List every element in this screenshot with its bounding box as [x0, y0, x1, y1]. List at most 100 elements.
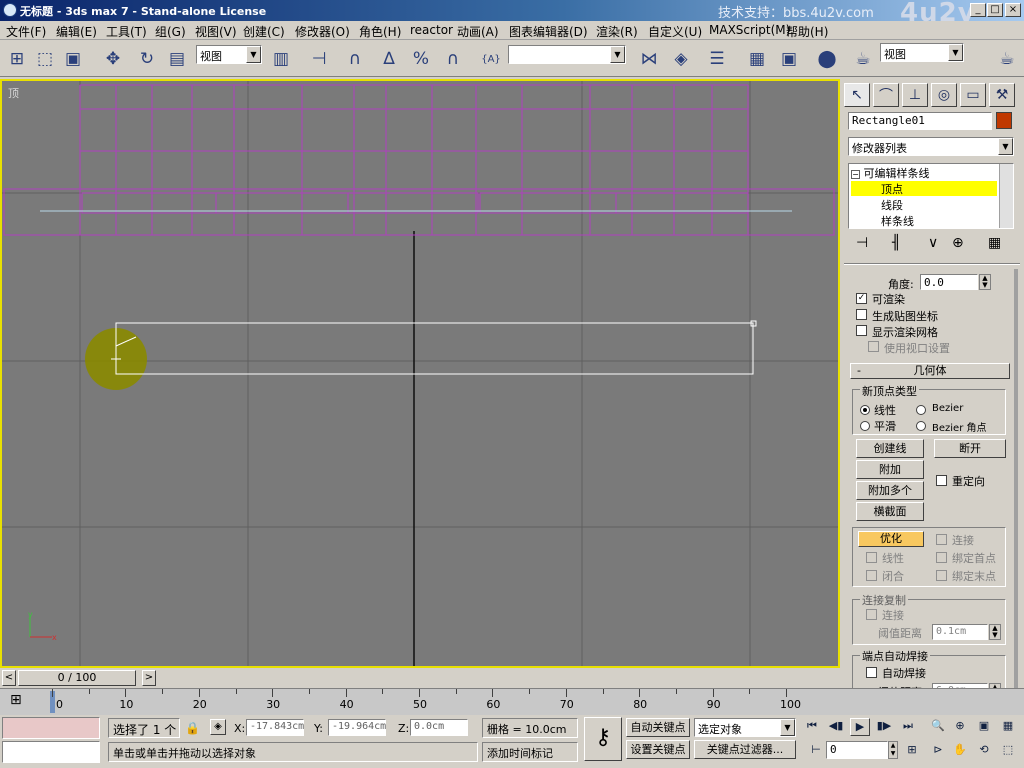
zoom-extents-icon[interactable]: ▣ — [974, 718, 994, 736]
bind-first-checkbox[interactable] — [936, 552, 947, 563]
stack-item-spline[interactable]: 样条线 — [851, 213, 997, 228]
render-view-combo[interactable]: 视图 ▼ — [880, 43, 964, 62]
menu-reactor[interactable]: reactor — [410, 23, 453, 37]
named-selection-combo[interactable]: ▼ — [508, 45, 626, 64]
material-editor-icon[interactable]: ⬤ — [814, 46, 840, 72]
percent-snap-icon[interactable]: % — [408, 46, 434, 72]
field-of-view-icon[interactable]: ⊳ — [928, 742, 948, 760]
connect-copy-checkbox[interactable] — [866, 609, 877, 620]
time-prev-button[interactable]: < — [2, 670, 16, 686]
track-bar[interactable]: ⊞ 0 10 20 30 40 50 60 70 80 90 100 — [0, 688, 1024, 715]
zoom-extents-all-icon[interactable]: ▦ — [998, 718, 1018, 736]
menu-character[interactable]: 角色(H) — [359, 23, 401, 40]
close-button[interactable]: × — [1005, 3, 1021, 17]
viewport-top[interactable]: 顶 y x — [0, 79, 840, 668]
select-icon[interactable]: ⬚ — [32, 46, 58, 72]
use-viewport-checkbox[interactable] — [868, 341, 879, 352]
menu-modifiers[interactable]: 修改器(O) — [295, 23, 350, 40]
utilities-icon[interactable]: ⚒ — [989, 83, 1015, 107]
remove-modifier-icon[interactable]: ⊕ — [952, 235, 964, 251]
attach-button[interactable]: 附加 — [856, 460, 924, 479]
auto-weld-checkbox[interactable] — [866, 667, 877, 678]
menu-maxscript[interactable]: MAXScript(M) — [709, 23, 790, 37]
render-scene-icon[interactable]: ☕ — [850, 46, 876, 72]
refine-button[interactable]: 优化 — [858, 531, 924, 547]
smooth-radio[interactable] — [860, 421, 870, 431]
lock-icon[interactable]: 🔒 — [185, 721, 200, 735]
reference-coord-combo[interactable]: 视图 ▼ — [196, 45, 262, 64]
schematic-icon[interactable]: ▣ — [776, 46, 802, 72]
absolute-mode-icon[interactable]: ◈ — [210, 719, 226, 735]
y-coordinate[interactable]: -19.964cm — [328, 719, 386, 736]
object-color-swatch[interactable] — [996, 112, 1012, 129]
group-icon[interactable]: ▤ — [164, 46, 190, 72]
mirror-icon[interactable]: ⊣ — [306, 46, 332, 72]
make-unique-icon[interactable]: ∨ — [928, 235, 938, 251]
add-time-tag[interactable]: 添加时间标记 — [482, 742, 578, 762]
hierarchy-icon[interactable]: ⊥ — [902, 83, 928, 107]
spinner-snap-icon[interactable]: ∩ — [440, 46, 466, 72]
minimize-button[interactable]: _ — [970, 3, 986, 17]
goto-start-icon[interactable]: ⏮ — [802, 718, 822, 736]
threshold-input-1[interactable]: 0.1cm — [932, 624, 988, 640]
move-icon[interactable]: ✥ — [100, 46, 126, 72]
snap-icon[interactable]: ∩ — [342, 46, 368, 72]
maximize-viewport-icon[interactable]: ⬚ — [998, 742, 1018, 760]
stack-root-item[interactable]: − 可编辑样条线 — [851, 165, 997, 180]
mirror-tool-icon[interactable]: ⋈ — [636, 46, 662, 72]
current-frame-input[interactable]: 0 — [826, 741, 888, 759]
menu-file[interactable]: 文件(F) — [6, 23, 46, 40]
display-mesh-checkbox[interactable] — [856, 325, 867, 336]
connect-checkbox[interactable] — [936, 534, 947, 545]
pin-stack-icon[interactable]: ⊣ — [856, 235, 868, 251]
time-slider-thumb[interactable]: 0 / 100 — [18, 670, 136, 686]
renderable-checkbox[interactable]: ✓ — [856, 293, 867, 304]
gen-mapping-checkbox[interactable] — [856, 309, 867, 320]
create-icon[interactable]: ↖ — [844, 83, 870, 107]
angle-snap-icon[interactable]: ∆ — [376, 46, 402, 72]
menu-group[interactable]: 组(G) — [155, 23, 186, 40]
menu-animation[interactable]: 动画(A) — [457, 23, 499, 40]
bezier-radio[interactable] — [916, 405, 926, 415]
menu-customize[interactable]: 自定义(U) — [648, 23, 702, 40]
maxscript-listener-top[interactable] — [2, 717, 100, 739]
rotate-icon[interactable]: ↻ — [134, 46, 160, 72]
key-filters-button[interactable]: 关键点过滤器... — [694, 740, 796, 759]
panel-scrollbar[interactable] — [1014, 269, 1018, 699]
curve-editor-icon[interactable]: ▦ — [744, 46, 770, 72]
modify-icon[interactable]: ⌒ — [873, 83, 899, 107]
play-icon[interactable]: ▶ — [850, 718, 870, 736]
auto-key-button[interactable]: 自动关键点 — [626, 718, 690, 737]
time-next-button[interactable]: > — [142, 670, 156, 686]
object-name-field[interactable]: Rectangle01 — [848, 112, 992, 130]
key-icon[interactable]: ⚷ — [584, 717, 622, 761]
bezier-corner-radio[interactable] — [916, 421, 926, 431]
z-coordinate[interactable]: 0.0cm — [410, 719, 468, 736]
menu-create[interactable]: 创建(C) — [243, 23, 285, 40]
linear-checkbox[interactable] — [866, 552, 877, 563]
modifier-list-combo[interactable]: 修改器列表 ▼ — [848, 137, 1014, 156]
quick-render-icon[interactable]: ☕ — [994, 46, 1020, 72]
show-end-result-icon[interactable]: ╢ — [892, 235, 900, 251]
bind-last-checkbox[interactable] — [936, 570, 947, 581]
attach-multiple-button[interactable]: 附加多个 — [856, 481, 924, 500]
set-key-button[interactable]: 设置关键点 — [626, 740, 690, 759]
menu-graph-editors[interactable]: 图表编辑器(D) — [509, 23, 588, 40]
key-mode-icon[interactable]: ⊢ — [806, 742, 826, 760]
pivot-icon[interactable]: ▥ — [268, 46, 294, 72]
angle-input[interactable]: 0.0 — [920, 274, 978, 290]
prev-frame-icon[interactable]: ◀▮ — [826, 718, 846, 736]
zoom-all-icon[interactable]: ⊕ — [950, 718, 970, 736]
next-frame-icon[interactable]: ▮▶ — [874, 718, 894, 736]
arc-rotate-icon[interactable]: ⟲ — [974, 742, 994, 760]
geometry-rollout-header[interactable]: - 几何体 — [850, 363, 1010, 379]
frame-spinner[interactable]: ▲ ▼ — [888, 741, 898, 759]
break-button[interactable]: 断开 — [934, 439, 1006, 458]
motion-icon[interactable]: ◎ — [931, 83, 957, 107]
threshold-spinner-1[interactable]: ▲ ▼ — [989, 624, 1001, 640]
stack-item-segment[interactable]: 线段 — [851, 197, 997, 212]
stack-item-vertex[interactable]: 顶点 — [851, 181, 997, 196]
select-region-icon[interactable]: ▣ — [60, 46, 86, 72]
cross-section-button[interactable]: 横截面 — [856, 502, 924, 521]
collapse-icon[interactable]: − — [851, 170, 860, 179]
